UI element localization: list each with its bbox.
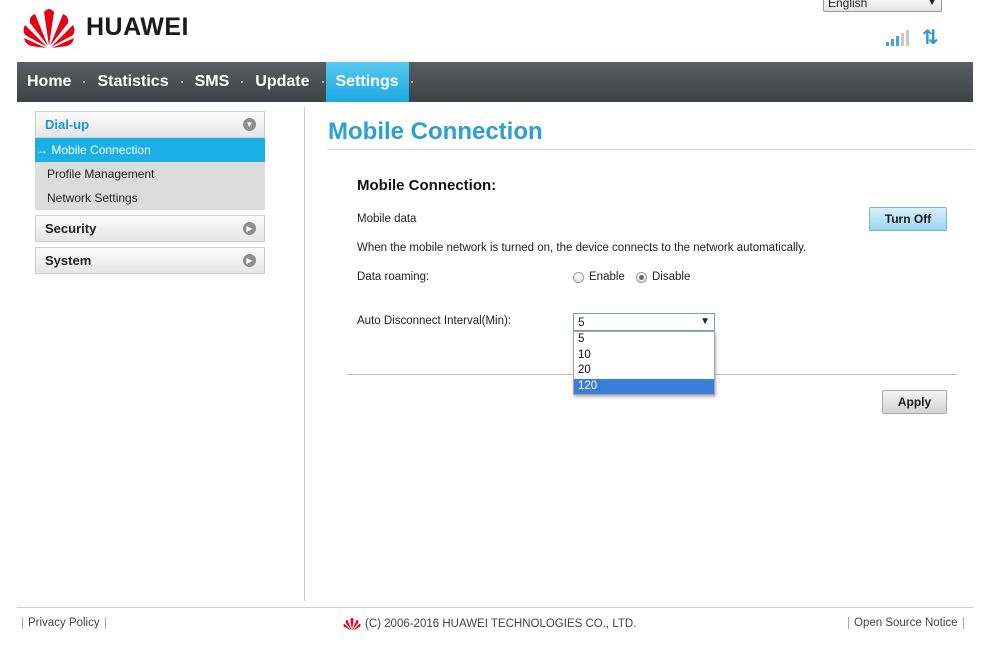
interval-dropdown-list: 5 10 20 120: [573, 331, 715, 395]
language-value: English: [828, 0, 868, 10]
nav-home[interactable]: Home: [17, 62, 81, 102]
expand-icon: ▶: [243, 254, 256, 267]
apply-button[interactable]: Apply: [882, 390, 947, 414]
expand-icon: ▶: [243, 222, 256, 235]
roaming-enable-radio[interactable]: [573, 272, 584, 283]
nav-separator: [410, 81, 413, 83]
nav-separator: [241, 81, 244, 83]
interval-value: 5: [578, 315, 585, 329]
mobile-data-info: When the mobile network is turned on, th…: [357, 242, 807, 254]
sidebar-item-mobile-connection[interactable]: → Mobile Connection: [35, 138, 265, 162]
interval-option[interactable]: 5: [574, 332, 714, 348]
signal-strength-icon: [886, 30, 909, 46]
sidebar-item-profile-management[interactable]: Profile Management: [35, 162, 265, 186]
sidebar-group-security[interactable]: Security ▶: [35, 215, 265, 242]
open-source-notice-link[interactable]: Open Source Notice: [854, 617, 958, 629]
interval-option[interactable]: 20: [574, 363, 714, 379]
mobile-data-label: Mobile data: [357, 213, 417, 225]
footer-left: Privacy Policy: [22, 617, 111, 629]
interval-option[interactable]: 10: [574, 348, 714, 364]
sidebar-group-dialup[interactable]: Dial-up ▼: [35, 111, 265, 138]
data-transfer-icon: ⇅: [922, 27, 939, 49]
footer-divider: [17, 607, 973, 608]
huawei-small-logo-icon: [343, 618, 361, 631]
chevron-down-icon: ▼: [927, 0, 937, 8]
nav-separator: [83, 81, 86, 83]
sidebar-group-system[interactable]: System ▶: [35, 247, 265, 274]
interval-label: Auto Disconnect Interval(Min):: [357, 315, 512, 327]
sidebar-item-network-settings[interactable]: Network Settings: [35, 186, 265, 210]
footer-right: Open Source Notice: [843, 617, 969, 629]
collapse-icon: ▼: [243, 118, 256, 131]
dialup-submenu: → Mobile Connection Profile Management N…: [35, 138, 265, 210]
nav-settings[interactable]: Settings: [325, 62, 409, 102]
roaming-enable-label[interactable]: Enable: [589, 271, 625, 283]
nav-statistics[interactable]: Statistics: [87, 62, 178, 102]
brand-name: HUAWEI: [86, 12, 189, 41]
roaming-disable-label[interactable]: Disable: [652, 271, 690, 283]
sidebar-group-label: System: [45, 253, 92, 268]
turn-off-button[interactable]: Turn Off: [869, 207, 947, 231]
page-title: Mobile Connection: [328, 118, 543, 145]
huawei-logo: HUAWEI: [22, 6, 189, 48]
interval-select[interactable]: 5 ▼: [573, 313, 715, 331]
nav-separator: [321, 81, 324, 83]
title-divider: [327, 149, 974, 150]
privacy-policy-link[interactable]: Privacy Policy: [28, 617, 100, 629]
roaming-disable-radio[interactable]: [636, 272, 647, 283]
nav-separator: [180, 81, 183, 83]
chevron-down-icon: ▼: [700, 316, 710, 327]
interval-option-highlighted[interactable]: 120: [574, 378, 714, 394]
huawei-flower-icon: [23, 9, 75, 48]
sidebar-group-label: Dial-up: [45, 117, 90, 132]
footer-center: (C) 2006-2016 HUAWEI TECHNOLOGIES CO., L…: [343, 617, 636, 631]
copyright-text: (C) 2006-2016 HUAWEI TECHNOLOGIES CO., L…: [365, 618, 637, 630]
section-title: Mobile Connection:: [357, 177, 497, 194]
nav-update[interactable]: Update: [245, 62, 319, 102]
nav-sms[interactable]: SMS: [185, 62, 240, 102]
main-nav: Home Statistics SMS Update Settings: [17, 62, 973, 102]
content-divider: [304, 107, 305, 601]
language-select[interactable]: English ▼: [823, 0, 942, 12]
settings-sidebar: Dial-up ▼ → Mobile Connection Profile Ma…: [35, 111, 265, 274]
sidebar-group-label: Security: [45, 221, 97, 236]
data-roaming-label: Data roaming:: [357, 271, 430, 283]
